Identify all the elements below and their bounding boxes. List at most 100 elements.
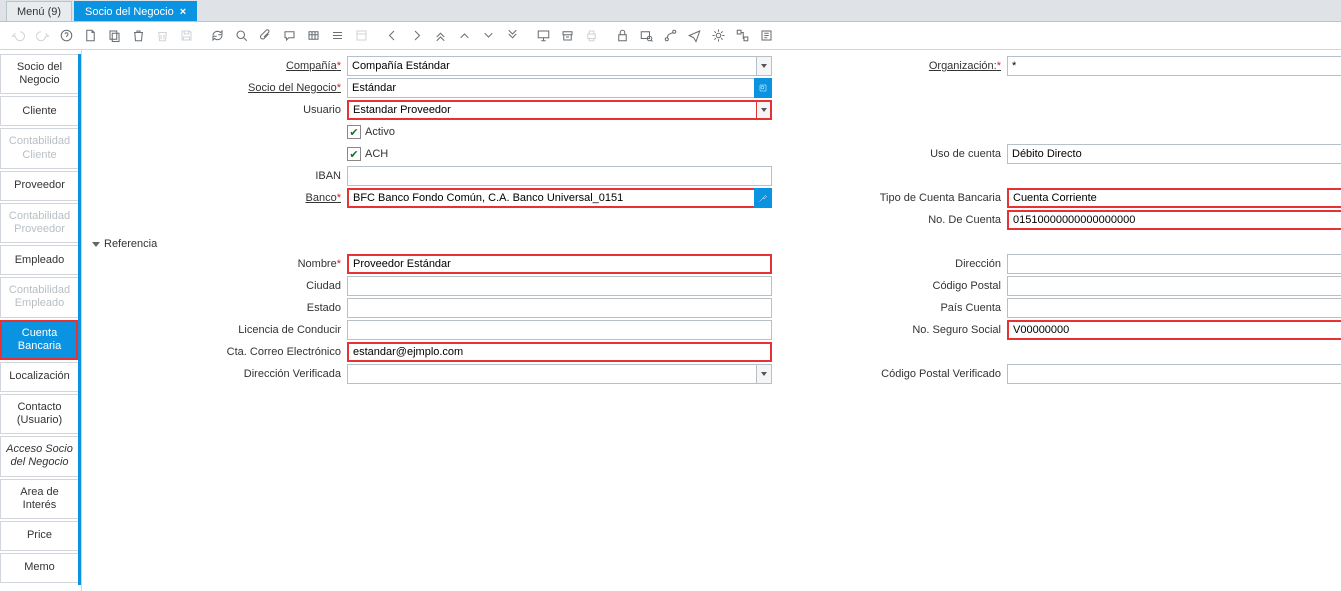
socio-lookup[interactable]	[347, 78, 772, 98]
attachment-button[interactable]	[254, 25, 276, 47]
last-button[interactable]	[501, 25, 523, 47]
tab-menu[interactable]: Menú (9)	[6, 1, 72, 21]
usuario-select[interactable]	[347, 100, 772, 120]
banco-value[interactable]	[347, 188, 772, 208]
sidebar-item-cuenta-bancaria[interactable]: Cuenta Bancaria	[0, 320, 78, 360]
separator	[527, 27, 528, 45]
cpverificado-select[interactable]	[1007, 364, 1341, 384]
refresh-button[interactable]	[206, 25, 228, 47]
customize-button[interactable]	[350, 25, 372, 47]
dirverificada-value[interactable]	[347, 364, 772, 384]
redo-button[interactable]	[31, 25, 53, 47]
separator	[606, 27, 607, 45]
sidebar-item-contab-cliente[interactable]: Contabilidad Cliente	[0, 128, 78, 168]
ciudad-input[interactable]	[347, 276, 772, 296]
sidebar-item-contab-proveedor[interactable]: Contabilidad Proveedor	[0, 203, 78, 243]
nocuenta-input[interactable]	[1007, 210, 1341, 230]
sidebar-item-proveedor[interactable]: Proveedor	[0, 171, 78, 201]
copy-button[interactable]	[103, 25, 125, 47]
delete-selected-button[interactable]	[151, 25, 173, 47]
correo-input[interactable]	[347, 342, 772, 362]
workflow-button[interactable]	[659, 25, 681, 47]
undo-button[interactable]	[7, 25, 29, 47]
label-estado: Estado	[92, 302, 347, 314]
uso-select[interactable]	[1007, 144, 1341, 164]
compania-value[interactable]	[347, 56, 772, 76]
first-button[interactable]	[429, 25, 451, 47]
sidebar-item-area[interactable]: Area de Interés	[0, 479, 78, 519]
help-button[interactable]	[55, 25, 77, 47]
multi-button[interactable]	[326, 25, 348, 47]
save-button[interactable]	[175, 25, 197, 47]
paiscuenta-input[interactable]	[1007, 298, 1341, 318]
redo-icon	[35, 28, 50, 43]
seguro-input[interactable]	[1007, 320, 1341, 340]
new-icon	[83, 28, 98, 43]
sidebar-item-acceso[interactable]: Acceso Socio del Negocio	[0, 436, 78, 476]
chat-icon	[282, 28, 297, 43]
separator	[376, 27, 377, 45]
socio-value[interactable]	[347, 78, 772, 98]
print-icon	[584, 28, 599, 43]
zoom-button[interactable]	[635, 25, 657, 47]
chevron-down-icon[interactable]	[756, 100, 772, 120]
chevron-left-icon	[385, 28, 400, 43]
sidebar-item-contab-empleado[interactable]: Contabilidad Empleado	[0, 277, 78, 317]
sidebar-item-empleado[interactable]: Empleado	[0, 245, 78, 275]
new-button[interactable]	[79, 25, 101, 47]
ach-checkbox[interactable]: ✔ACH	[347, 144, 772, 164]
tipocuenta-select[interactable]	[1007, 188, 1341, 208]
chevron-down-icon[interactable]	[756, 364, 772, 384]
active-wf-button[interactable]	[731, 25, 753, 47]
codpostal-input[interactable]	[1007, 276, 1341, 296]
sidebar-item-contacto[interactable]: Contacto (Usuario)	[0, 394, 78, 434]
export-button[interactable]	[755, 25, 777, 47]
next-button[interactable]	[405, 25, 427, 47]
section-referencia[interactable]: Referencia	[92, 238, 1321, 250]
chevron-down-icon[interactable]	[756, 56, 772, 76]
activo-checkbox[interactable]: ✔Activo	[347, 122, 772, 142]
prefs-button[interactable]	[707, 25, 729, 47]
organizacion-value[interactable]	[1007, 56, 1341, 76]
archive-button[interactable]	[556, 25, 578, 47]
sidebar-item-socio[interactable]: Socio del Negocio	[0, 54, 78, 94]
nombre-input[interactable]	[347, 254, 772, 274]
chat-button[interactable]	[278, 25, 300, 47]
prev-button[interactable]	[381, 25, 403, 47]
grid-button[interactable]	[302, 25, 324, 47]
banco-lookup[interactable]	[347, 188, 772, 208]
sidebar-item-memo[interactable]: Memo	[0, 553, 78, 583]
usuario-value[interactable]	[347, 100, 772, 120]
estado-input[interactable]	[347, 298, 772, 318]
chevron-down-icon	[92, 242, 100, 247]
cpverificado-value[interactable]	[1007, 364, 1341, 384]
uso-value[interactable]	[1007, 144, 1341, 164]
tipocuenta-value[interactable]	[1007, 188, 1341, 208]
close-icon[interactable]: ×	[180, 6, 186, 18]
sidebar-item-cliente[interactable]: Cliente	[0, 96, 78, 126]
parent-button[interactable]	[453, 25, 475, 47]
chevron-right-icon	[409, 28, 424, 43]
request-button[interactable]	[683, 25, 705, 47]
iban-input[interactable]	[347, 166, 772, 186]
requery-button[interactable]	[230, 25, 252, 47]
lookup-icon[interactable]	[754, 78, 772, 98]
detail-button[interactable]	[477, 25, 499, 47]
label-usuario: Usuario	[92, 104, 347, 116]
licencia-input[interactable]	[347, 320, 772, 340]
export-icon	[759, 28, 774, 43]
sidebar-item-localizacion[interactable]: Localización	[0, 362, 78, 392]
print-button[interactable]	[580, 25, 602, 47]
organizacion-select[interactable]	[1007, 56, 1341, 76]
report-button[interactable]	[532, 25, 554, 47]
lock-button[interactable]	[611, 25, 633, 47]
check-icon: ✔	[347, 125, 361, 139]
direccion-input[interactable]	[1007, 254, 1341, 274]
delete-button[interactable]	[127, 25, 149, 47]
sidebar: Socio del Negocio Cliente Contabilidad C…	[0, 50, 82, 591]
dirverificada-select[interactable]	[347, 364, 772, 384]
sidebar-item-price[interactable]: Price	[0, 521, 78, 551]
tab-socio[interactable]: Socio del Negocio ×	[74, 1, 197, 21]
lookup-icon[interactable]	[754, 188, 772, 208]
compania-select[interactable]	[347, 56, 772, 76]
